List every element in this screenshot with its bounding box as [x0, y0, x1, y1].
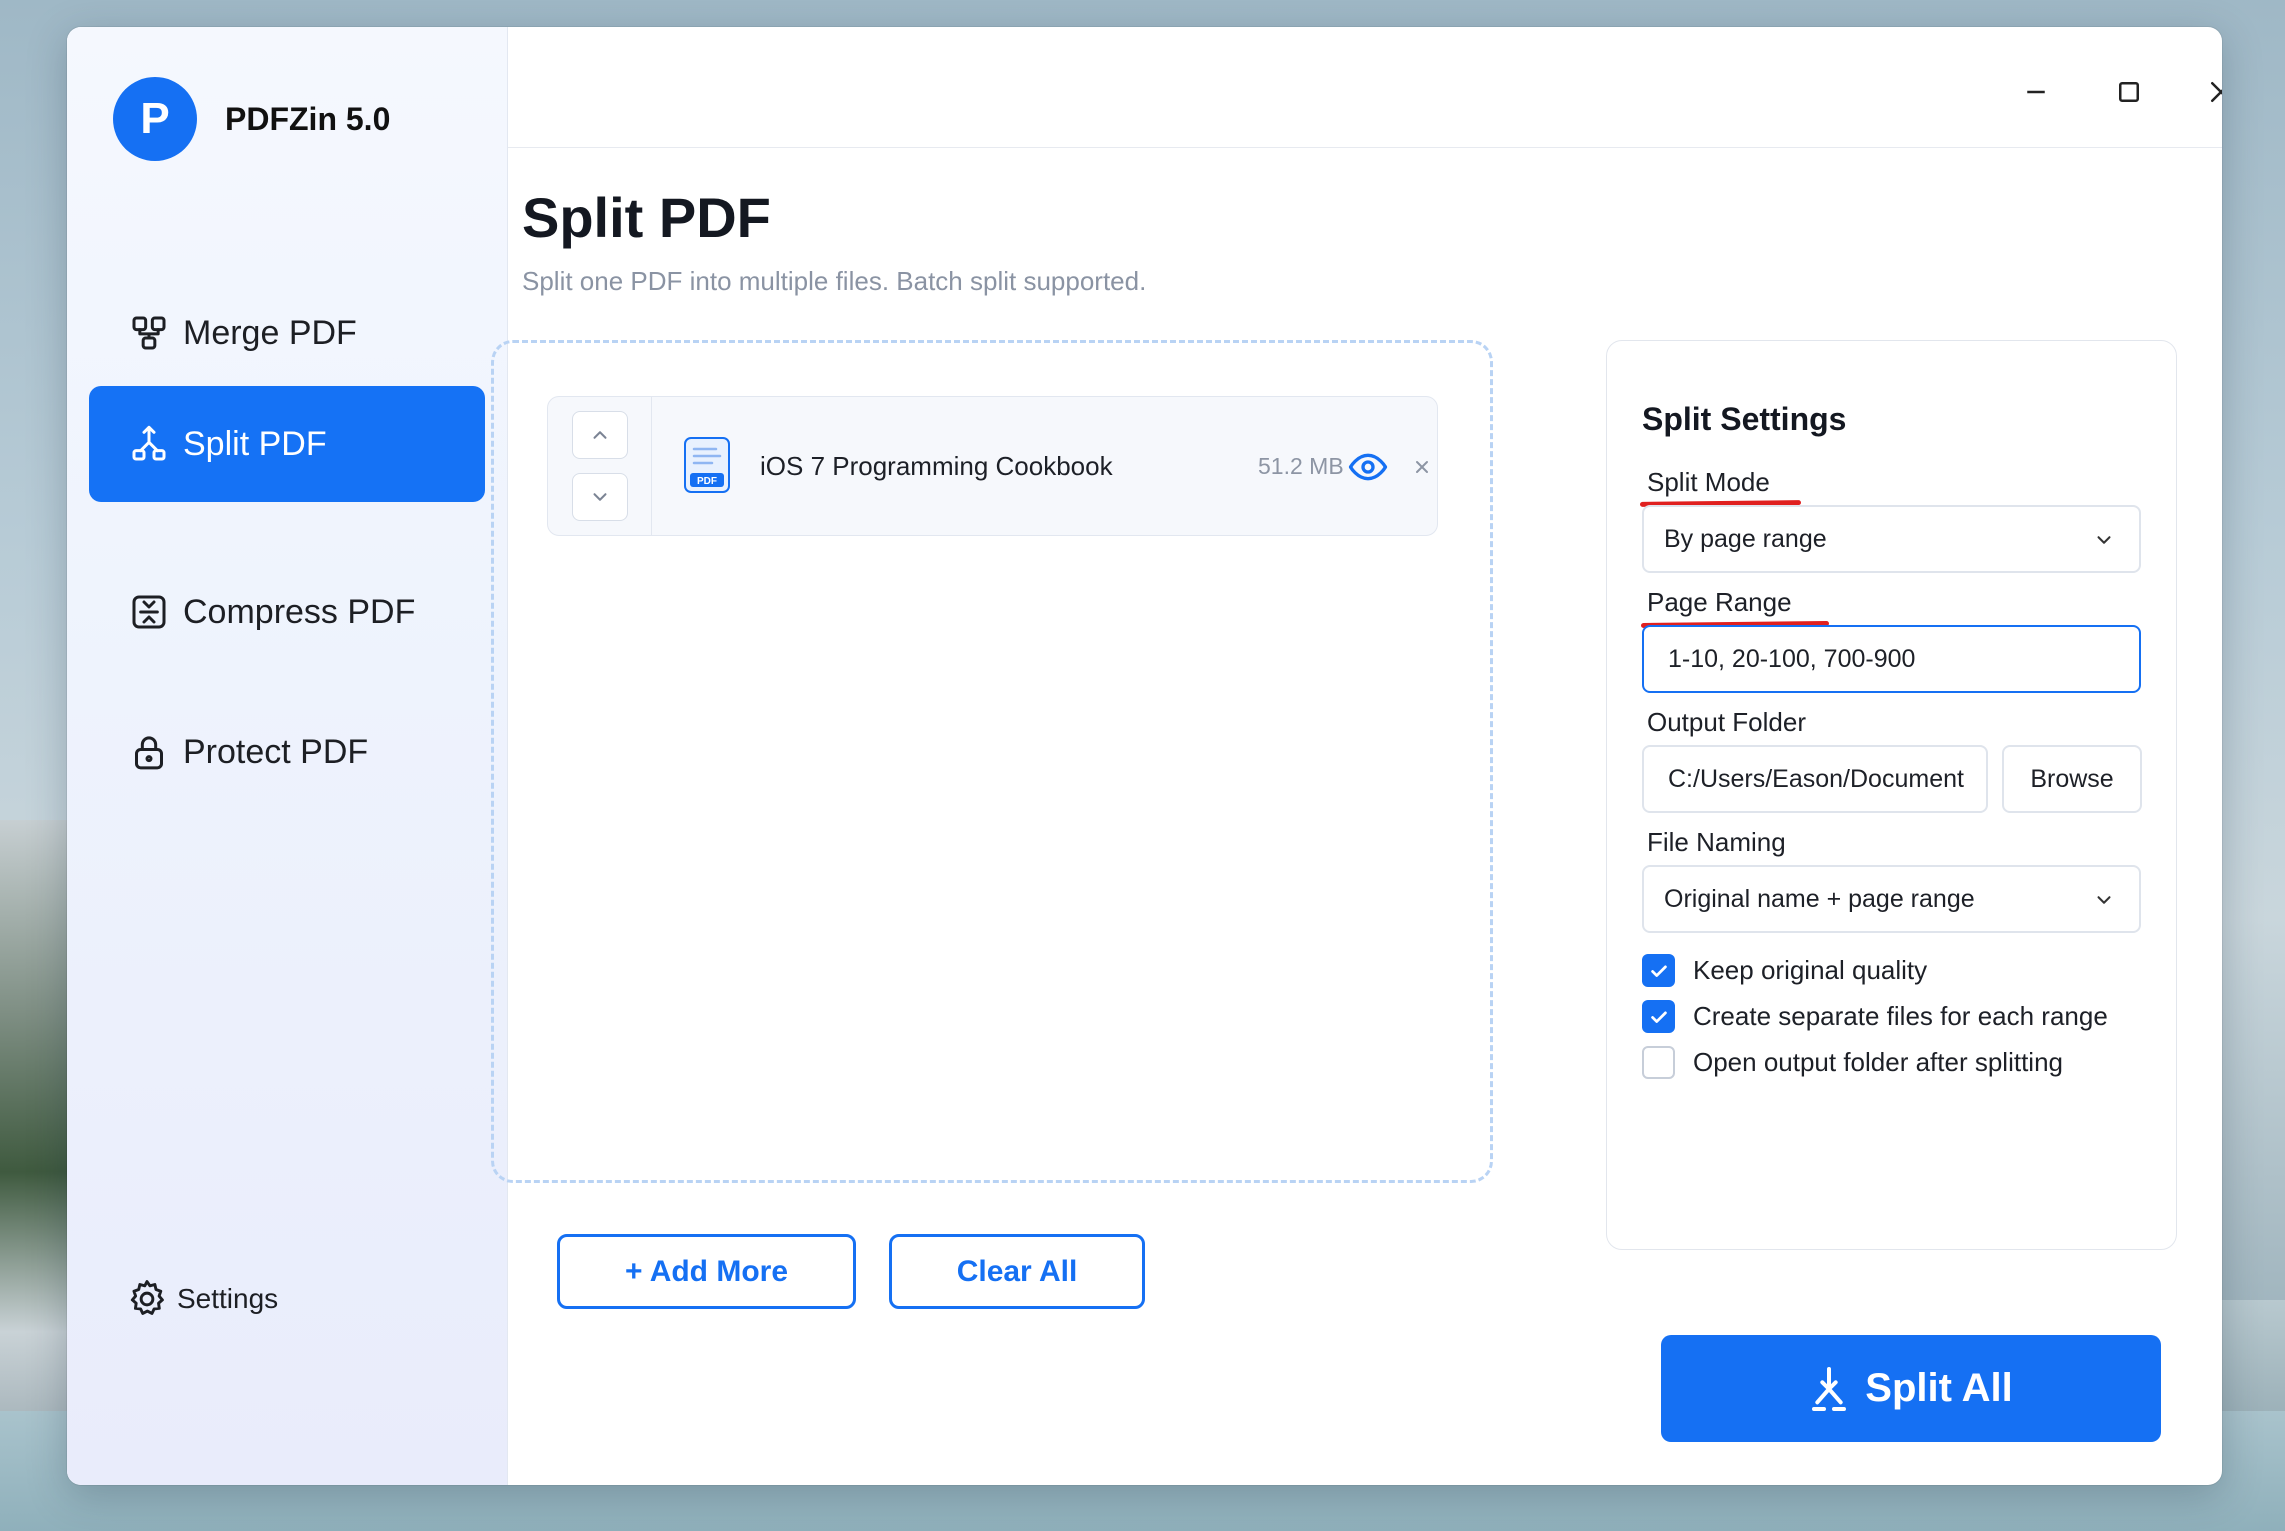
chevron-down-icon [593, 493, 607, 501]
minimize-button[interactable] [2011, 67, 2061, 117]
preview-eye-icon[interactable] [1348, 447, 1388, 487]
separate-files-checkbox[interactable] [1642, 1000, 1675, 1033]
sidebar: P PDFZin 5.0 Merge PDF Split PDF Compres… [67, 27, 508, 1485]
reorder-controls [548, 397, 652, 535]
output-folder-label: Output Folder [1647, 707, 1806, 737]
page-title: Split PDF [522, 186, 771, 249]
close-icon [2211, 82, 2222, 102]
split-mode-select[interactable]: By page range [1642, 505, 2141, 573]
checkbox-label: Keep original quality [1693, 955, 1928, 985]
clear-all-button[interactable]: Clear All [889, 1234, 1145, 1309]
add-more-button[interactable]: + Add More [557, 1234, 856, 1309]
sidebar-item-label: Merge PDF [183, 313, 357, 352]
maximize-icon [2119, 82, 2139, 102]
file-naming-label: File Naming [1647, 827, 1786, 857]
split-all-button[interactable]: Split All [1661, 1335, 2161, 1442]
split-mode-label: Split Mode [1647, 467, 1770, 497]
checkbox-label: Open output folder after splitting [1693, 1047, 2064, 1077]
chevron-down-icon [2097, 536, 2111, 544]
split-icon [1812, 1366, 1847, 1411]
chevron-up-icon [593, 431, 607, 439]
checkmark-icon [1650, 1011, 1667, 1023]
open-folder-checkbox-row[interactable]: Open output folder after splitting [1642, 1046, 2063, 1079]
checkmark-icon [1650, 965, 1667, 977]
sidebar-item-split-pdf[interactable]: Split PDF [89, 386, 485, 502]
move-up-button[interactable] [572, 411, 628, 459]
sidebar-item-label: Compress PDF [183, 592, 416, 631]
keep-quality-checkbox-row[interactable]: Keep original quality [1642, 954, 1927, 987]
split-all-label: Split All [1865, 1366, 2013, 1410]
keep-quality-checkbox[interactable] [1642, 954, 1675, 987]
file-naming-select[interactable]: Original name + page range [1642, 865, 2141, 933]
file-naming-value: Original name + page range [1664, 884, 1975, 913]
page-range-input[interactable] [1642, 625, 2141, 693]
close-window-button[interactable] [2196, 67, 2222, 117]
sidebar-item-compress-pdf[interactable]: Compress PDF [89, 554, 485, 670]
sidebar-item-label: Split PDF [183, 424, 327, 463]
gear-icon [130, 1280, 164, 1315]
split-icon [132, 425, 166, 461]
file-name: iOS 7 Programming Cookbook [760, 451, 1113, 481]
merge-icon [132, 316, 166, 350]
sidebar-item-protect-pdf[interactable]: Protect PDF [89, 694, 485, 810]
page-range-label: Page Range [1647, 587, 1792, 617]
open-folder-checkbox[interactable] [1642, 1046, 1675, 1079]
lock-icon [135, 736, 163, 770]
split-mode-value: By page range [1664, 524, 1827, 553]
compress-icon [132, 595, 166, 629]
move-down-button[interactable] [572, 473, 628, 521]
sidebar-item-label: Protect PDF [183, 732, 369, 771]
remove-file-icon[interactable] [1410, 455, 1434, 479]
settings-button[interactable]: Settings [125, 1277, 278, 1321]
browse-button[interactable]: Browse [2002, 745, 2142, 813]
app-logo: P [113, 77, 197, 161]
page-subtitle: Split one PDF into multiple files. Batch… [522, 266, 1147, 296]
title-bar [508, 27, 2222, 148]
sidebar-item-merge-pdf[interactable]: Merge PDF [89, 275, 485, 391]
settings-label: Settings [177, 1283, 279, 1314]
app-title: PDFZin 5.0 [225, 101, 391, 137]
app-logo-letter: P [140, 94, 170, 143]
pdf-icon-label: PDF [697, 476, 717, 487]
split-settings-title: Split Settings [1642, 401, 1847, 437]
chevron-down-icon [2097, 896, 2111, 904]
output-folder-input[interactable] [1642, 745, 1988, 813]
file-list-item[interactable]: PDF iOS 7 Programming Cookbook 51.2 MB [547, 396, 1438, 536]
separate-files-checkbox-row[interactable]: Create separate files for each range [1642, 1000, 2108, 1033]
file-size: 51.2 MB [1258, 453, 1344, 479]
minimize-icon [2027, 90, 2045, 94]
maximize-button[interactable] [2104, 67, 2154, 117]
pdf-file-icon: PDF [684, 437, 730, 493]
checkbox-label: Create separate files for each range [1693, 1001, 2108, 1031]
